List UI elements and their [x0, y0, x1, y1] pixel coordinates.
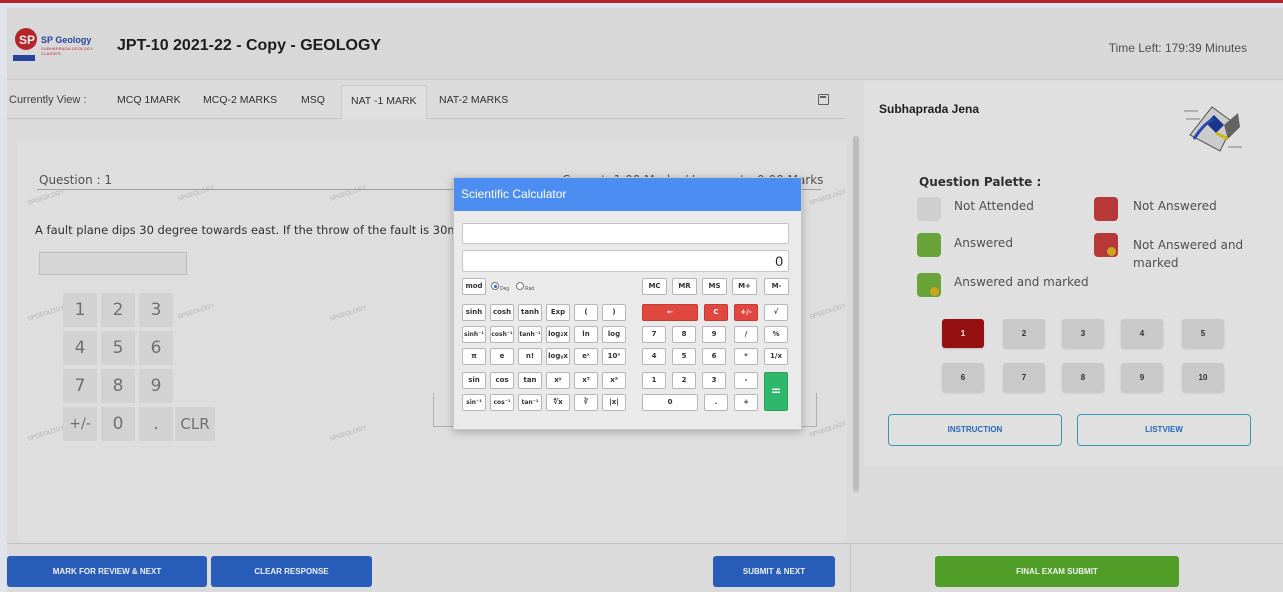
calc-exp[interactable]: Exp — [546, 304, 570, 321]
calc-mr[interactable]: MR — [672, 278, 697, 295]
rad-label: Rad — [525, 286, 535, 292]
calc-multiply[interactable]: * — [734, 348, 758, 365]
calc-clear[interactable]: C — [704, 304, 728, 321]
calc-tanh[interactable]: tanh — [518, 304, 542, 321]
calc-asin[interactable]: sin⁻¹ — [462, 394, 486, 411]
calc-9[interactable]: 9 — [702, 326, 726, 343]
calc-sinh[interactable]: sinh — [462, 304, 486, 321]
calc-percent[interactable]: % — [764, 326, 788, 343]
calc-1[interactable]: 1 — [642, 372, 666, 389]
calc-log[interactable]: log — [602, 326, 626, 343]
calc-6[interactable]: 6 — [702, 348, 726, 365]
calc-ln[interactable]: ln — [574, 326, 598, 343]
calc-reciprocal[interactable]: 1/x — [764, 348, 788, 365]
calc-cube[interactable]: x³ — [574, 372, 598, 389]
calc-abs[interactable]: |x| — [602, 394, 626, 411]
calc-x-power-y[interactable]: xʸ — [546, 372, 570, 389]
calc-m-minus[interactable]: M- — [764, 278, 789, 295]
calc-tan[interactable]: tan — [518, 372, 542, 389]
calculator-title[interactable]: Scientific Calculator — [454, 178, 801, 211]
calc-backspace[interactable]: ← — [642, 304, 698, 321]
calc-0[interactable]: 0 — [642, 394, 698, 411]
calc-cube-root[interactable]: ∛ — [574, 394, 598, 411]
calculator-expression — [462, 223, 789, 244]
calc-e[interactable]: e — [490, 348, 514, 365]
calc-5[interactable]: 5 — [672, 348, 696, 365]
calc-acos[interactable]: cos⁻¹ — [490, 394, 514, 411]
calc-cosh[interactable]: cosh — [490, 304, 514, 321]
calc-plus-minus[interactable]: +/- — [734, 304, 758, 321]
calc-equals[interactable]: = — [764, 372, 788, 411]
calc-decimal[interactable]: . — [704, 394, 728, 411]
calc-close-paren[interactable]: ) — [602, 304, 626, 321]
calc-2[interactable]: 2 — [672, 372, 696, 389]
calc-nth-root[interactable]: ∜x — [546, 394, 570, 411]
calc-8[interactable]: 8 — [672, 326, 696, 343]
calc-exp-e[interactable]: eˣ — [574, 348, 598, 365]
calc-square[interactable]: x² — [602, 372, 626, 389]
calc-mc[interactable]: MC — [642, 278, 667, 295]
calc-acosh[interactable]: cosh⁻¹ — [490, 326, 514, 343]
calc-log2[interactable]: log₂x — [546, 326, 570, 343]
calc-atan[interactable]: tan⁻¹ — [518, 394, 542, 411]
calc-divide[interactable]: / — [734, 326, 758, 343]
calculator-display: 0 — [462, 250, 789, 272]
calc-ms[interactable]: MS — [702, 278, 727, 295]
calc-3[interactable]: 3 — [702, 372, 726, 389]
calc-7[interactable]: 7 — [642, 326, 666, 343]
calc-ten-power[interactable]: 10ˣ — [602, 348, 626, 365]
deg-radio[interactable] — [491, 282, 499, 290]
calc-sin[interactable]: sin — [462, 372, 486, 389]
rad-radio[interactable] — [516, 282, 524, 290]
calc-logy[interactable]: logᵧx — [546, 348, 570, 365]
scientific-calculator: Scientific Calculator 0 mod Deg Rad MC M… — [453, 177, 802, 430]
calc-pi[interactable]: π — [462, 348, 486, 365]
calc-factorial[interactable]: n! — [518, 348, 542, 365]
calc-cos[interactable]: cos — [490, 372, 514, 389]
calc-mod-button[interactable]: mod — [462, 278, 486, 295]
calc-minus[interactable]: - — [734, 372, 758, 389]
calc-open-paren[interactable]: ( — [574, 304, 598, 321]
calc-plus[interactable]: + — [734, 394, 758, 411]
deg-label: Deg — [500, 286, 510, 292]
calc-asinh[interactable]: sinh⁻¹ — [462, 326, 486, 343]
calc-sqrt[interactable]: √ — [764, 304, 788, 321]
calc-4[interactable]: 4 — [642, 348, 666, 365]
calc-m-plus[interactable]: M+ — [732, 278, 757, 295]
calc-atanh[interactable]: tanh⁻¹ — [518, 326, 542, 343]
